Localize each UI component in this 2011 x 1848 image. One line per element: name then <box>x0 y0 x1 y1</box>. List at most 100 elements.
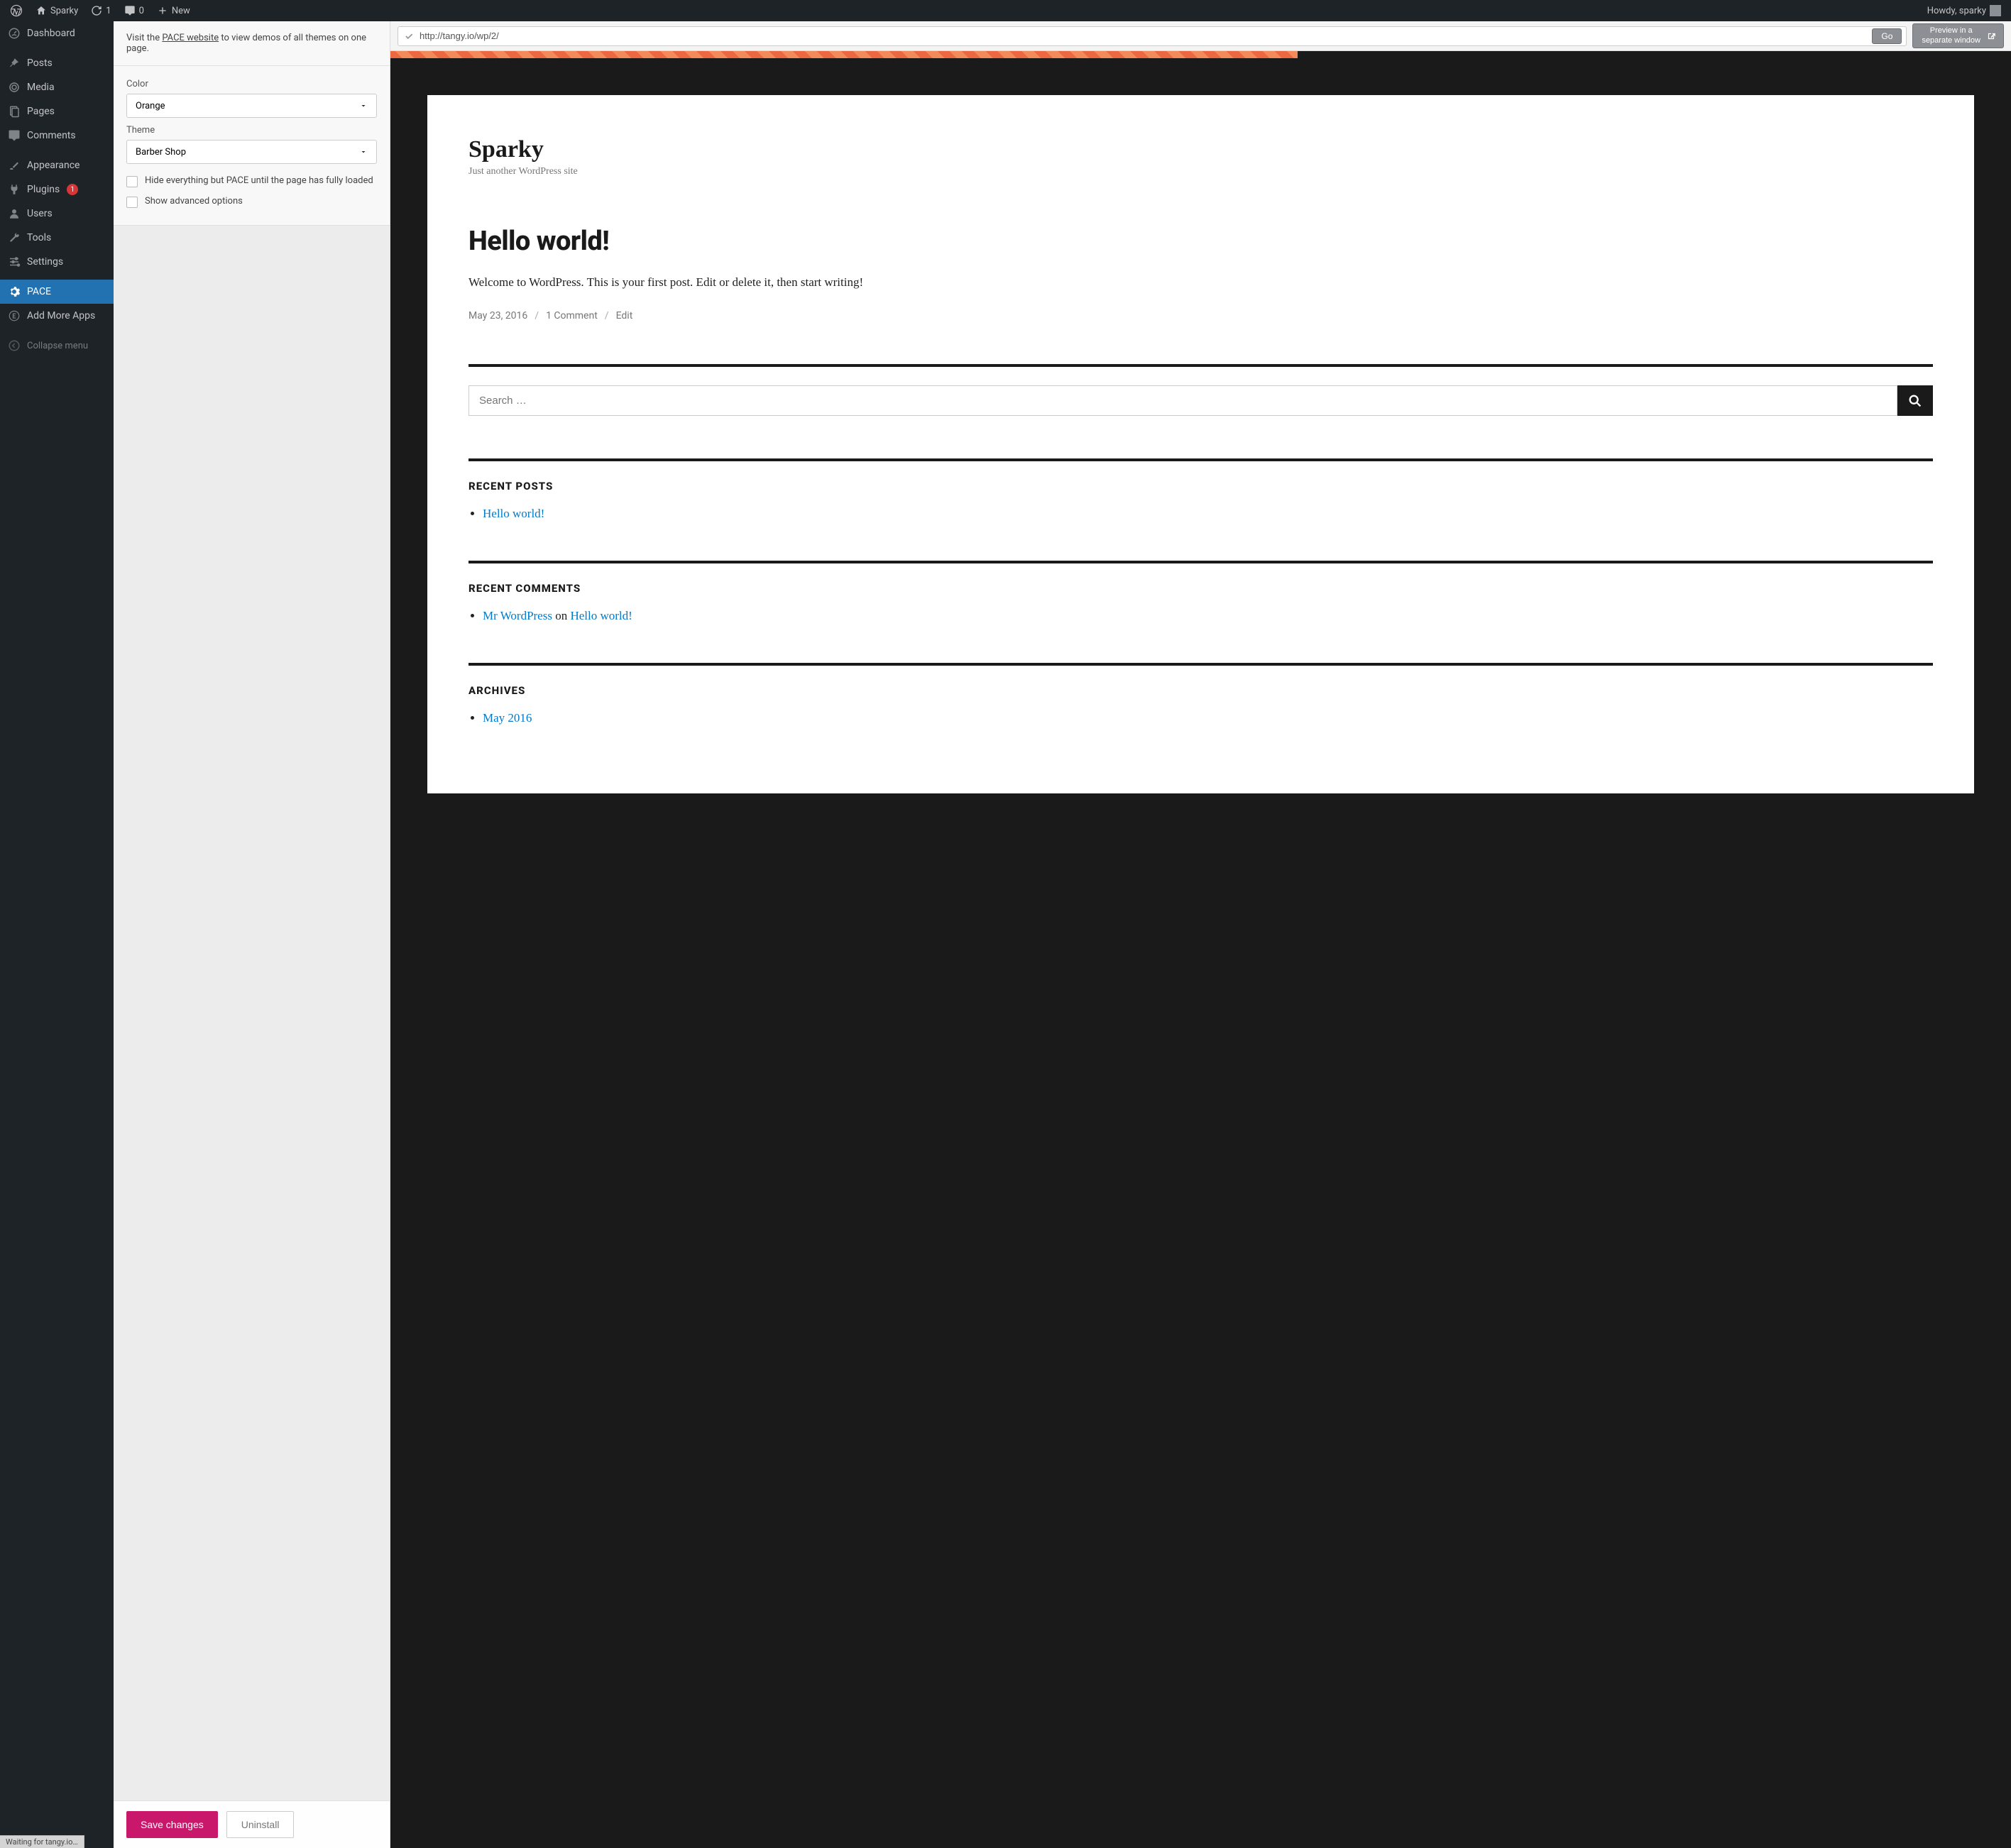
updates-link[interactable]: 1 <box>85 0 116 21</box>
menu-label: Media <box>27 82 55 93</box>
menu-label: Dashboard <box>27 28 75 39</box>
menu-add-apps[interactable]: Add More Apps <box>0 304 114 328</box>
menu-media[interactable]: Media <box>0 75 114 99</box>
settings-footer: Save changes Uninstall <box>114 1800 390 1848</box>
hide-label: Hide everything but PACE until the page … <box>145 175 373 186</box>
site-name: Sparky <box>50 6 78 16</box>
post-edit-link[interactable]: Edit <box>616 310 633 321</box>
post-body: Welcome to WordPress. This is your first… <box>468 273 1933 292</box>
menu-label: Posts <box>27 57 53 69</box>
pin-icon <box>7 57 21 70</box>
check-icon <box>404 31 414 41</box>
howdy-text: Howdy, sparky <box>1927 6 1986 16</box>
wp-logo[interactable] <box>4 0 28 21</box>
plugins-badge: 1 <box>67 184 78 195</box>
list-item: Hello world! <box>483 507 1933 521</box>
external-icon <box>1986 31 1996 41</box>
url-input[interactable] <box>420 31 1866 41</box>
new-label: New <box>172 6 190 16</box>
menu-label: Pages <box>27 106 55 117</box>
site-title[interactable]: Sparky <box>468 136 1933 163</box>
color-select[interactable]: Orange <box>126 94 377 118</box>
comment-icon <box>7 129 21 142</box>
comment-icon <box>124 5 136 16</box>
recent-posts-list: Hello world! <box>468 507 1933 521</box>
chevron-down-icon <box>359 101 368 110</box>
preview-area: Go Preview in a separate window Sparky J… <box>390 21 2011 1848</box>
chevron-down-icon <box>359 148 368 156</box>
color-label: Color <box>126 79 377 89</box>
dashboard-icon <box>7 27 21 40</box>
advanced-label: Show advanced options <box>145 196 243 207</box>
new-link[interactable]: New <box>151 0 196 21</box>
site-tagline: Just another WordPress site <box>468 166 1933 177</box>
menu-pages[interactable]: Pages <box>0 99 114 123</box>
recent-comments-title: RECENT COMMENTS <box>468 582 1933 595</box>
collapse-menu[interactable]: Collapse menu <box>0 334 114 358</box>
theme-label: Theme <box>126 125 377 136</box>
menu-plugins[interactable]: Plugins 1 <box>0 177 114 202</box>
settings-panel: Visit the PACE website to view demos of … <box>114 21 390 1848</box>
avatar <box>1990 5 2001 16</box>
checkbox[interactable] <box>126 197 138 208</box>
comments-count: 0 <box>139 6 144 16</box>
comment-post-link[interactable]: Hello world! <box>570 609 632 622</box>
menu-appearance[interactable]: Appearance <box>0 153 114 177</box>
url-bar: Go <box>398 26 1907 46</box>
wrench-icon <box>7 231 21 244</box>
post-meta: May 23, 2016 / 1 Comment / Edit <box>468 310 1933 321</box>
refresh-icon <box>91 5 102 16</box>
menu-dashboard[interactable]: Dashboard <box>0 21 114 45</box>
menu-users[interactable]: Users <box>0 202 114 226</box>
menu-settings[interactable]: Settings <box>0 250 114 274</box>
search-widget <box>468 385 1933 416</box>
post-date-link[interactable]: May 23, 2016 <box>468 310 527 321</box>
post-comments-link[interactable]: 1 Comment <box>546 310 598 321</box>
site-name-link[interactable]: Sparky <box>30 0 84 21</box>
brush-icon <box>7 159 21 172</box>
divider <box>468 663 1933 666</box>
search-icon <box>1907 393 1923 409</box>
recent-comments-list: Mr WordPress on Hello world! <box>468 609 1933 623</box>
search-input[interactable] <box>468 385 1897 416</box>
post-title[interactable]: Hello world! <box>468 226 1933 257</box>
archive-link[interactable]: May 2016 <box>483 711 532 725</box>
archives-list: May 2016 <box>468 711 1933 725</box>
menu-comments[interactable]: Comments <box>0 123 114 148</box>
comment-author-link[interactable]: Mr WordPress <box>483 609 552 622</box>
menu-tools[interactable]: Tools <box>0 226 114 250</box>
menu-label: PACE <box>27 286 51 297</box>
color-value: Orange <box>136 101 165 111</box>
uninstall-button[interactable]: Uninstall <box>226 1811 295 1838</box>
menu-label: Comments <box>27 130 76 141</box>
divider <box>468 364 1933 367</box>
intro-text: Visit the PACE website to view demos of … <box>114 21 390 66</box>
menu-label: Users <box>27 208 53 219</box>
save-button[interactable]: Save changes <box>126 1811 218 1838</box>
list-item: May 2016 <box>483 711 1933 725</box>
checkbox[interactable] <box>126 176 138 187</box>
hide-checkbox-row[interactable]: Hide everything but PACE until the page … <box>126 171 377 192</box>
go-button[interactable]: Go <box>1872 28 1902 44</box>
pages-icon <box>7 105 21 118</box>
plus-icon <box>157 5 168 16</box>
updates-count: 1 <box>106 6 111 16</box>
preview-separate-window-button[interactable]: Preview in a separate window <box>1912 23 2004 48</box>
wordpress-icon <box>10 4 23 17</box>
user-icon <box>7 207 21 220</box>
menu-pace[interactable]: PACE <box>0 280 114 304</box>
collapse-icon <box>7 339 21 352</box>
browser-status-bar: Waiting for tangy.io… <box>0 1835 84 1848</box>
advanced-checkbox-row[interactable]: Show advanced options <box>126 192 377 212</box>
comments-link[interactable]: 0 <box>119 0 150 21</box>
site-preview-frame[interactable]: Sparky Just another WordPress site Hello… <box>390 58 2011 1848</box>
menu-label: Plugins <box>27 184 60 195</box>
theme-select[interactable]: Barber Shop <box>126 140 377 164</box>
sliders-icon <box>7 255 21 268</box>
menu-posts[interactable]: Posts <box>0 51 114 75</box>
howdy-link[interactable]: Howdy, sparky <box>1922 0 2007 21</box>
search-button[interactable] <box>1897 385 1933 416</box>
home-icon <box>35 5 47 16</box>
pace-website-link[interactable]: PACE website <box>162 33 219 43</box>
recent-post-link[interactable]: Hello world! <box>483 507 544 520</box>
